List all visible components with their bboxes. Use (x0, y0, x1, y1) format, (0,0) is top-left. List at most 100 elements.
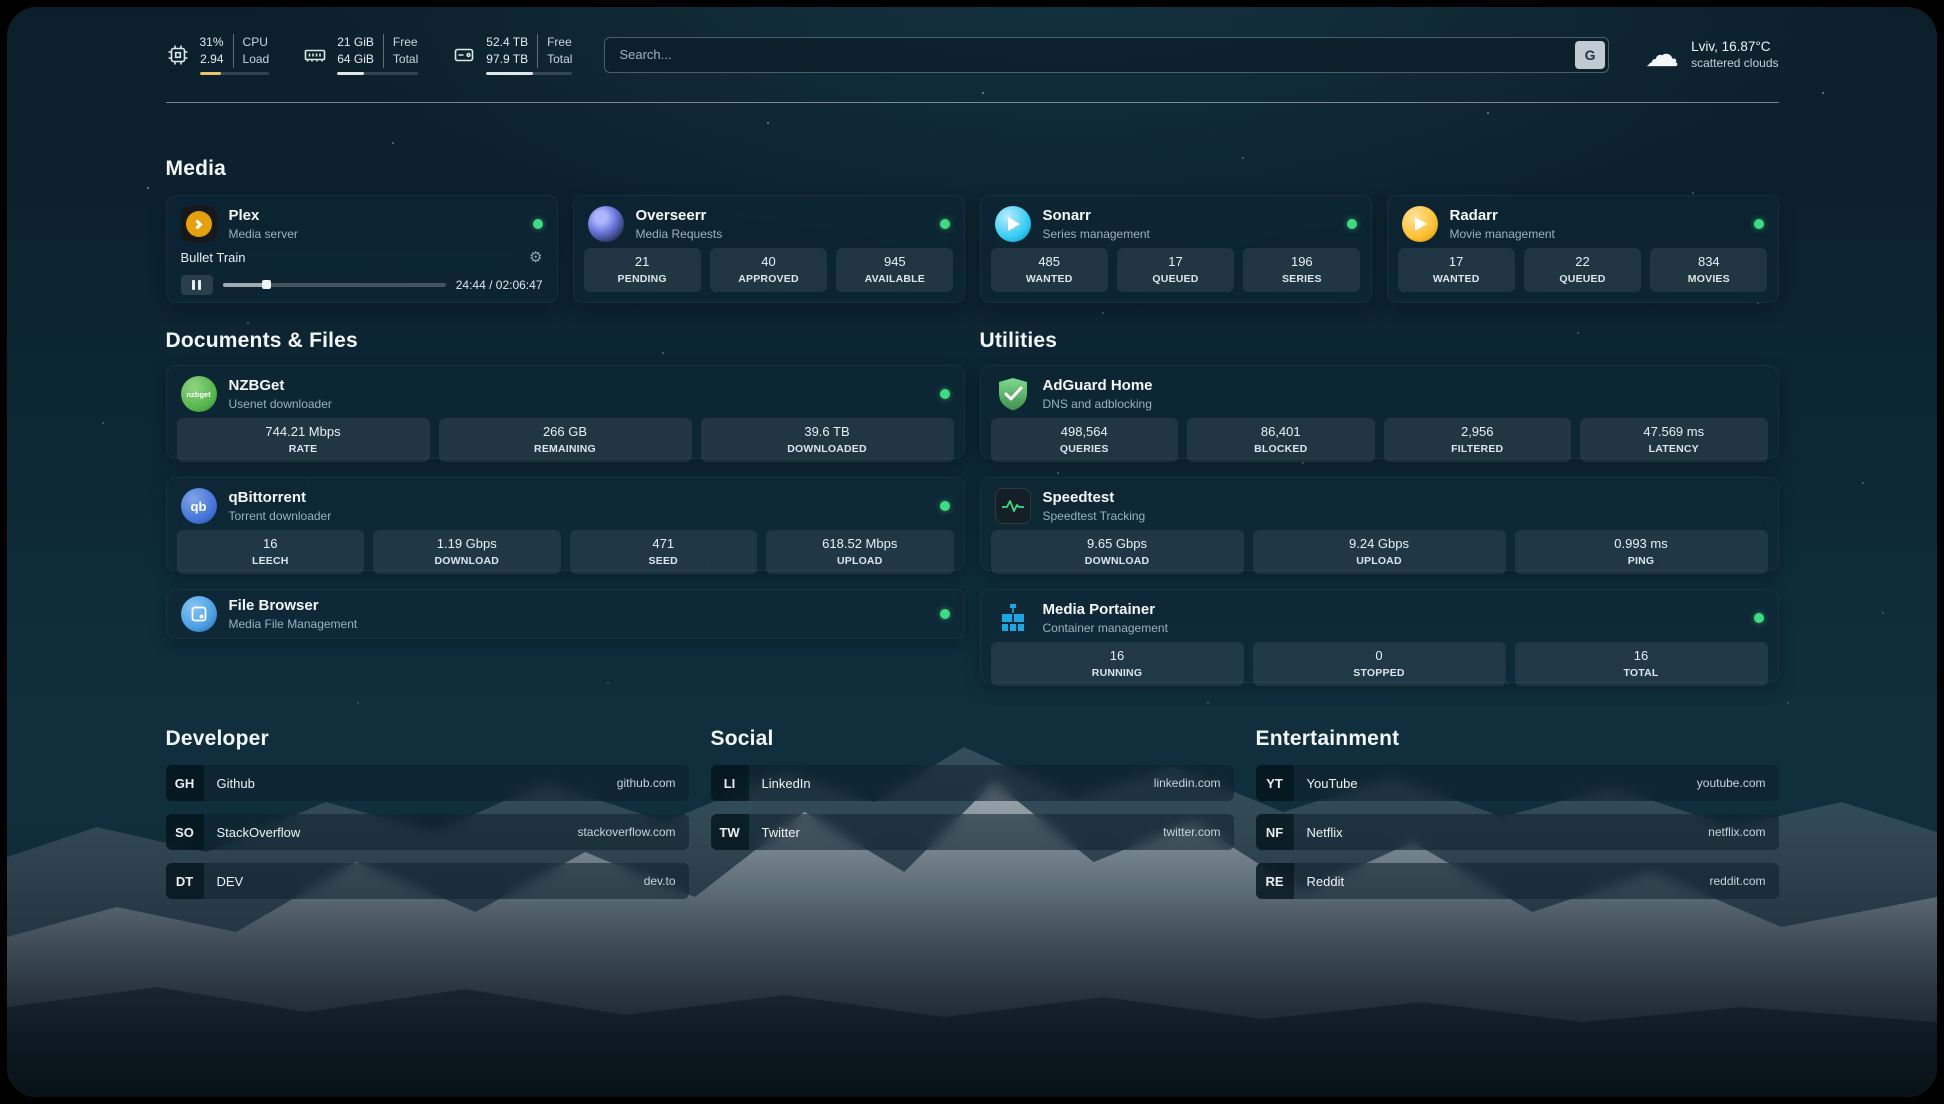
app-title: Plex (229, 207, 298, 226)
app-card-overseerr[interactable]: Overseerr Media Requests 21 PENDING 40 A… (573, 195, 965, 303)
app-title: NZBGet (229, 377, 332, 396)
sonarr-icon (995, 206, 1031, 242)
section-social: Social LI LinkedIn linkedin.com TW Twitt… (711, 727, 1234, 912)
app-card-portainer[interactable]: Media Portainer Container management 16 … (980, 589, 1779, 683)
stat-total: 16 TOTAL (1515, 642, 1768, 686)
bookmark-name: YouTube (1294, 765, 1697, 801)
app-subtitle: Media server (229, 227, 298, 241)
bookmark-github[interactable]: GH Github github.com (166, 765, 689, 801)
section-title-media: Media (166, 157, 1779, 181)
bookmark-stackoverflow[interactable]: SO StackOverflow stackoverflow.com (166, 814, 689, 850)
app-card-plex[interactable]: Plex Media server Bullet Train ⚙ (166, 195, 558, 303)
bookmark-name: DEV (204, 863, 644, 899)
stats-row: 744.21 Mbps RATE 266 GB REMAINING 39.6 T… (167, 418, 964, 472)
stats-row: 16 RUNNING 0 STOPPED 16 TOTAL (981, 642, 1778, 696)
cpu-label-2: Load (243, 51, 270, 68)
ram-label-2: Total (393, 51, 418, 68)
stat-available: 945 AVAILABLE (836, 248, 953, 292)
stat-blocked: 86,401 BLOCKED (1187, 418, 1375, 462)
filebrowser-icon (181, 596, 217, 632)
netflix-icon: NF (1256, 814, 1294, 850)
disk-labels: Free Total (537, 34, 572, 68)
adguard-shield-icon (995, 376, 1031, 412)
qbittorrent-header: qb qBittorrent Torrent downloader (167, 478, 964, 530)
system-monitors: 31% 2.94 CPU Load (166, 34, 573, 75)
disk-progress-bar (486, 72, 572, 75)
app-card-qbittorrent[interactable]: qb qBittorrent Torrent downloader 16 LEE… (166, 477, 965, 571)
search-input[interactable] (604, 37, 1609, 73)
app-card-filebrowser[interactable]: File Browser Media File Management (166, 589, 965, 639)
search-engine-button[interactable]: G (1575, 41, 1605, 69)
pause-button[interactable] (181, 275, 213, 295)
bookmark-reddit[interactable]: RE Reddit reddit.com (1256, 863, 1779, 899)
snow-specks (7, 7, 9, 9)
bookmark-twitter[interactable]: TW Twitter twitter.com (711, 814, 1234, 850)
bookmark-url: dev.to (644, 863, 689, 899)
app-card-speedtest[interactable]: Speedtest Speedtest Tracking 9.65 Gbps D… (980, 477, 1779, 571)
plex-now-playing: Bullet Train ⚙ 24:44 / 02:06:47 (167, 248, 557, 307)
app-card-sonarr[interactable]: Sonarr Series management 485 WANTED 17 Q… (980, 195, 1372, 303)
cpu-values: 31% 2.94 (200, 34, 224, 68)
stat-wanted: 17 WANTED (1398, 248, 1515, 292)
status-dot-online (940, 389, 950, 399)
adguard-header: AdGuard Home DNS and adblocking (981, 366, 1778, 418)
qbittorrent-icon-text: qb (191, 499, 207, 514)
qbittorrent-icon: qb (181, 488, 217, 524)
youtube-icon: YT (1256, 765, 1294, 801)
app-card-nzbget[interactable]: nzbget NZBGet Usenet downloader 744.21 M… (166, 365, 965, 459)
cloud-icon: ☁ (1645, 38, 1679, 72)
cpu-monitor: 31% 2.94 CPU Load (166, 34, 270, 75)
weather-text: Lviv, 16.87°C scattered clouds (1691, 39, 1778, 70)
plex-icon (181, 206, 217, 242)
app-subtitle: Media File Management (229, 617, 358, 631)
bookmark-name: StackOverflow (204, 814, 578, 850)
plex-header: Plex Media server (167, 196, 557, 248)
twitter-icon: TW (711, 814, 749, 850)
ram-monitor: 21 GiB 64 GiB Free Total (303, 34, 418, 75)
stat-leech: 16 LEECH (177, 530, 365, 574)
plex-titles: Plex Media server (229, 207, 298, 241)
app-card-adguard[interactable]: AdGuard Home DNS and adblocking 498,564 … (980, 365, 1779, 459)
ram-total: 64 GiB (337, 51, 374, 68)
disk-total: 97.9 TB (486, 51, 528, 68)
app-subtitle: Torrent downloader (229, 509, 332, 523)
app-subtitle: Container management (1043, 621, 1168, 635)
bookmark-url: stackoverflow.com (577, 814, 688, 850)
bookmark-dev[interactable]: DT DEV dev.to (166, 863, 689, 899)
app-title: Sonarr (1043, 207, 1150, 226)
stat-rate: 744.21 Mbps RATE (177, 418, 430, 462)
bookmark-linkedin[interactable]: LI LinkedIn linkedin.com (711, 765, 1234, 801)
cpu-icon (166, 43, 190, 67)
section-title-developer: Developer (166, 727, 689, 751)
stat-movies: 834 MOVIES (1650, 248, 1767, 292)
stat-remaining: 266 GB REMAINING (439, 418, 692, 462)
bookmark-netflix[interactable]: NF Netflix netflix.com (1256, 814, 1779, 850)
playback-progress-bar[interactable] (223, 283, 446, 287)
app-card-radarr[interactable]: Radarr Movie management 17 WANTED 22 QUE… (1387, 195, 1779, 303)
bookmark-name: Twitter (749, 814, 1164, 850)
bookmark-youtube[interactable]: YT YouTube youtube.com (1256, 765, 1779, 801)
reddit-icon: RE (1256, 863, 1294, 899)
gear-icon[interactable]: ⚙ (529, 248, 542, 266)
ram-monitor-body: 21 GiB 64 GiB Free Total (337, 34, 418, 75)
filebrowser-header: File Browser Media File Management (167, 590, 964, 638)
ram-labels: Free Total (383, 34, 418, 68)
stackoverflow-icon: SO (166, 814, 204, 850)
stats-row: 16 LEECH 1.19 Gbps DOWNLOAD 471 SEED 6 (167, 530, 964, 584)
bookmark-url: youtube.com (1697, 765, 1779, 801)
app-title: Overseerr (636, 207, 723, 226)
stat-latency: 47.569 ms LATENCY (1580, 418, 1768, 462)
app-subtitle: DNS and adblocking (1043, 397, 1153, 411)
section-title-entertainment: Entertainment (1256, 727, 1779, 751)
disk-free: 52.4 TB (486, 34, 528, 51)
stat-pending: 21 PENDING (584, 248, 701, 292)
sonarr-titles: Sonarr Series management (1043, 207, 1150, 241)
speedtest-header: Speedtest Speedtest Tracking (981, 478, 1778, 530)
stat-approved: 40 APPROVED (710, 248, 827, 292)
stat-upload: 9.24 Gbps UPLOAD (1253, 530, 1506, 574)
portainer-header: Media Portainer Container management (981, 590, 1778, 642)
status-dot-online (1347, 219, 1357, 229)
weather-widget: ☁ Lviv, 16.87°C scattered clouds (1645, 38, 1778, 72)
disk-label-2: Total (547, 51, 572, 68)
stats-row: 17 WANTED 22 QUEUED 834 MOVIES (1388, 248, 1778, 302)
